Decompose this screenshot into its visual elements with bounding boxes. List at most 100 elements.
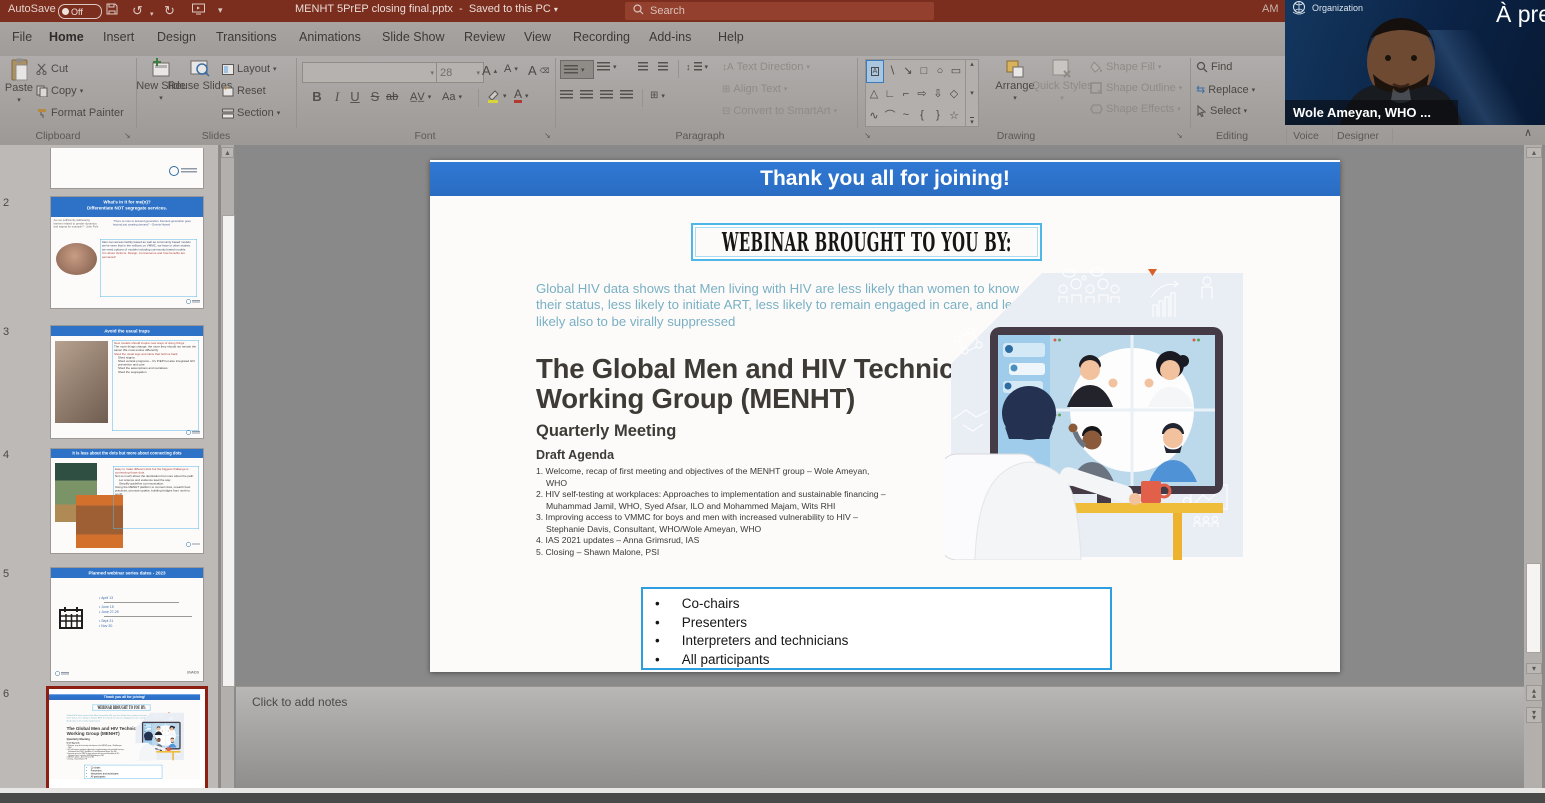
shape-right-brace-icon[interactable]: } — [930, 105, 946, 126]
thumbnail-slide-5[interactable]: Planned webinar series dates - 2023 • Ap… — [50, 567, 204, 682]
next-slide-button[interactable]: ▾▾ — [1526, 707, 1542, 723]
autosave-toggle[interactable]: Off — [58, 4, 102, 19]
scroll-thumb[interactable] — [1526, 563, 1541, 653]
clear-formatting-icon[interactable]: A⌫ — [528, 63, 550, 78]
tab-design[interactable]: Design — [157, 30, 196, 44]
gallery-more-icon[interactable]: ▾ — [970, 117, 974, 126]
notes-placeholder[interactable]: Click to add notes — [252, 695, 347, 709]
columns-button[interactable]: ⊞▾ — [650, 90, 665, 101]
previous-slide-button[interactable]: ▴▴ — [1526, 685, 1542, 701]
align-right-button[interactable] — [600, 90, 613, 100]
clipboard-dialog-launcher-icon[interactable]: ↘ — [124, 131, 131, 140]
shape-line-icon[interactable]: ∖ — [884, 60, 900, 81]
slide-title-banner[interactable]: Thank you all for joining! — [49, 694, 200, 700]
tab-slide-show[interactable]: Slide Show — [382, 30, 445, 44]
thumbnail-slide-4[interactable]: It is less about the dots but more about… — [50, 448, 204, 554]
shape-curve-icon[interactable]: ~ — [898, 105, 914, 126]
thumbnail-slide-6-selected[interactable]: Thank you all for joining! WEBINAR BROUG… — [46, 686, 208, 794]
shape-rectangle-icon[interactable]: □ — [916, 60, 932, 81]
undo-icon[interactable]: ↺ — [132, 3, 143, 18]
change-case-button[interactable]: Aa▾ — [442, 91, 462, 103]
gallery-scroll-up-icon[interactable]: ▴ — [970, 60, 974, 68]
video-call-illustration[interactable] — [134, 712, 185, 761]
thumbnail-panel-scrollbar[interactable]: ▴ — [221, 145, 234, 790]
shape-oval-icon[interactable]: ○ — [932, 60, 948, 81]
format-painter-button[interactable]: Format Painter — [36, 107, 124, 119]
shape-scribble-icon[interactable]: ∿ — [866, 105, 882, 126]
tab-add-ins[interactable]: Add-ins — [649, 30, 691, 44]
undo-caret-icon[interactable]: ▾ — [150, 7, 154, 22]
scroll-down-icon[interactable]: ▾ — [1526, 663, 1542, 674]
search-input[interactable]: Search — [625, 2, 934, 20]
strikethrough-button[interactable]: S — [366, 89, 384, 104]
line-spacing-button[interactable]: ↕▾ — [686, 62, 708, 72]
gallery-scroll-down-icon[interactable]: ▾ — [970, 89, 974, 97]
user-badge[interactable]: AM — [1262, 3, 1279, 15]
paragraph-dialog-launcher-icon[interactable]: ↘ — [864, 131, 871, 140]
tab-insert[interactable]: Insert — [103, 30, 134, 44]
decrease-indent-button[interactable] — [638, 62, 648, 72]
paste-button[interactable]: Paste▾ — [4, 58, 34, 106]
section-button[interactable]: Section▾ — [222, 107, 280, 119]
shape-down-arrow-icon[interactable]: ⇩ — [930, 83, 946, 104]
copy-button[interactable]: Copy▾ — [36, 85, 83, 97]
shape-rounded-rectangle-icon[interactable]: ▭ — [948, 60, 964, 81]
character-spacing-button[interactable]: A̲V̲▾ — [410, 91, 431, 103]
arrange-button[interactable]: Arrange▾ — [993, 58, 1037, 104]
video-call-overlay[interactable]: Organization À pre Wole Ameyan, WHO ... — [1285, 0, 1545, 125]
tab-transitions[interactable]: Transitions — [216, 30, 277, 44]
shape-right-arrow-icon[interactable]: ⇨ — [914, 83, 930, 104]
reset-button[interactable]: Reset — [222, 85, 266, 97]
scroll-up-icon[interactable]: ▴ — [1526, 147, 1542, 158]
tab-file[interactable]: File — [12, 30, 32, 44]
thumbnail-slide-1[interactable] — [50, 148, 204, 189]
slide-title-banner[interactable]: Thank you all for joining! — [430, 162, 1340, 196]
agenda-list[interactable]: 1. Welcome, recap of first meeting and o… — [536, 466, 892, 558]
customize-toolbar-icon[interactable]: ▾ — [218, 3, 223, 18]
justify-button[interactable] — [620, 90, 633, 100]
agenda-list[interactable]: 1. Welcome, recap of first meeting and o… — [67, 745, 126, 760]
align-left-button[interactable] — [560, 90, 573, 100]
increase-font-size-icon[interactable]: A▴ — [482, 63, 497, 78]
tab-animations[interactable]: Animations — [299, 30, 361, 44]
slide-canvas[interactable]: Thank you all for joining! WEBINAR BROUG… — [49, 694, 200, 779]
increase-indent-button[interactable] — [658, 62, 668, 72]
numbering-button[interactable]: ▾ — [597, 62, 617, 72]
thumbnail-slide-2[interactable]: What's in it for me(n)? Differentiate NO… — [50, 196, 204, 309]
drawing-dialog-launcher-icon[interactable]: ↘ — [1176, 131, 1183, 140]
collapse-ribbon-icon[interactable]: ∧ — [1524, 126, 1532, 139]
thumbnail-slide-3[interactable]: Avoid the usual traps New models should … — [50, 325, 204, 439]
font-color-button[interactable]: A▾ — [514, 89, 529, 103]
tab-view[interactable]: View — [524, 30, 551, 44]
slide-canvas[interactable]: Thank you all for joining! WEBINAR BROUG… — [430, 160, 1340, 672]
underline-button[interactable]: U — [346, 89, 364, 104]
shape-arrow-icon[interactable]: ↘ — [900, 60, 916, 81]
shapes-gallery[interactable]: A ∖ ↘ □ ○ ▭ △ ∟ ⌐ ⇨ ⇩ ◇ ∿ ⌒ ~ { } ☆ ▴ — [865, 59, 979, 127]
slide-area-scrollbar[interactable]: ▴ ▾ ▴▴ ▾▾ — [1524, 145, 1542, 790]
thumb-scroll-thumb[interactable] — [222, 215, 235, 687]
shape-elbow-connector-icon[interactable]: ∟ — [882, 83, 898, 104]
font-dialog-launcher-icon[interactable]: ↘ — [544, 131, 551, 140]
replace-button[interactable]: ⇆ Replace▾ — [1196, 83, 1255, 96]
highlight-color-button[interactable]: ▾ — [486, 89, 507, 103]
save-icon[interactable] — [106, 3, 118, 18]
decrease-font-size-icon[interactable]: A▾ — [504, 63, 518, 75]
find-button[interactable]: Find — [1196, 61, 1232, 73]
thanks-list-box[interactable]: •Co-chairs •Presenters •Interpreters and… — [641, 587, 1112, 670]
tab-help[interactable]: Help — [718, 30, 744, 44]
start-presentation-icon[interactable] — [192, 3, 205, 18]
reuse-slides-button[interactable]: Reuse Slides — [182, 58, 218, 92]
thumb-scroll-up-icon[interactable]: ▴ — [221, 147, 234, 158]
notes-pane[interactable]: Click to add notes — [236, 686, 1524, 789]
shape-star-icon[interactable]: ☆ — [946, 105, 962, 126]
thanks-list-box[interactable]: •Co-chairs •Presenters •Interpreters and… — [84, 765, 162, 779]
webinar-box[interactable]: WEBINAR BROUGHT TO YOU BY: — [92, 704, 150, 710]
align-center-button[interactable] — [580, 90, 593, 100]
tab-recording[interactable]: Recording — [573, 30, 630, 44]
cut-button[interactable]: Cut — [36, 63, 68, 75]
select-button[interactable]: Select▾ — [1196, 105, 1247, 117]
shape-left-brace-icon[interactable]: { — [914, 105, 930, 126]
redo-icon[interactable]: ↻ — [164, 3, 175, 18]
bullets-button[interactable]: ▾ — [560, 60, 594, 79]
shape-triangle-icon[interactable]: △ — [866, 83, 882, 104]
